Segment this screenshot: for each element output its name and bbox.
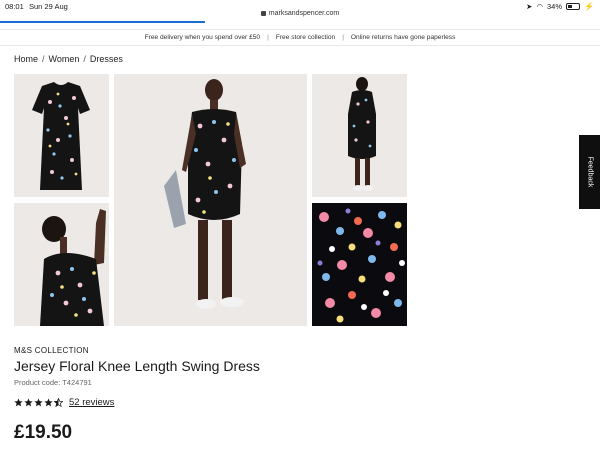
star-icon <box>14 398 23 407</box>
breadcrumb-home[interactable]: Home <box>14 54 38 64</box>
page-load-progress <box>0 21 205 23</box>
product-rating: 52 reviews <box>14 397 114 408</box>
product-price: £19.50 <box>14 422 73 443</box>
product-image-print-closeup[interactable] <box>312 203 407 326</box>
url-text: marksandspencer.com <box>268 10 340 17</box>
breadcrumb-separator: / <box>42 54 45 64</box>
star-icon <box>24 398 33 407</box>
banner-separator: | <box>342 34 344 41</box>
battery-icon <box>566 3 581 10</box>
rating-stars <box>14 398 63 407</box>
address-bar[interactable]: marksandspencer.com <box>0 10 600 17</box>
product-image-main[interactable] <box>114 74 307 326</box>
model-front-illustration <box>164 79 246 309</box>
star-icon <box>44 398 53 407</box>
product-image-back[interactable] <box>312 74 407 197</box>
floral-print-illustration <box>317 208 405 323</box>
delivery-banner: Free delivery when you spend over £50 | Fr… <box>0 29 600 46</box>
banner-store-collection[interactable]: Free store collection <box>276 34 335 41</box>
lock-icon <box>260 10 266 16</box>
banner-free-delivery[interactable]: Free delivery when you spend over £50 <box>145 34 260 41</box>
breadcrumb-separator: / <box>83 54 86 64</box>
product-code: Product code: T424791 <box>14 378 92 387</box>
feedback-tab[interactable]: Feedback <box>579 135 600 209</box>
banner-separator: | <box>267 34 269 41</box>
banner-returns[interactable]: Online returns have gone paperless <box>351 34 455 41</box>
product-image-back-detail[interactable] <box>14 203 109 326</box>
model-back-illustration <box>40 209 106 326</box>
model-rear-illustration <box>348 77 376 191</box>
feedback-label: Feedback <box>586 156 593 188</box>
breadcrumb-women[interactable]: Women <box>49 54 80 64</box>
product-brand: M&S COLLECTION <box>14 346 89 355</box>
product-image-flat[interactable] <box>14 74 109 197</box>
reviews-link[interactable]: 52 reviews <box>69 397 114 408</box>
half-star-icon <box>54 398 63 407</box>
breadcrumb-dresses[interactable]: Dresses <box>90 54 123 64</box>
dress-flat-illustration <box>32 82 90 190</box>
product-title: Jersey Floral Knee Length Swing Dress <box>14 358 260 374</box>
breadcrumb: Home / Women / Dresses <box>14 54 123 64</box>
star-icon <box>34 398 43 407</box>
